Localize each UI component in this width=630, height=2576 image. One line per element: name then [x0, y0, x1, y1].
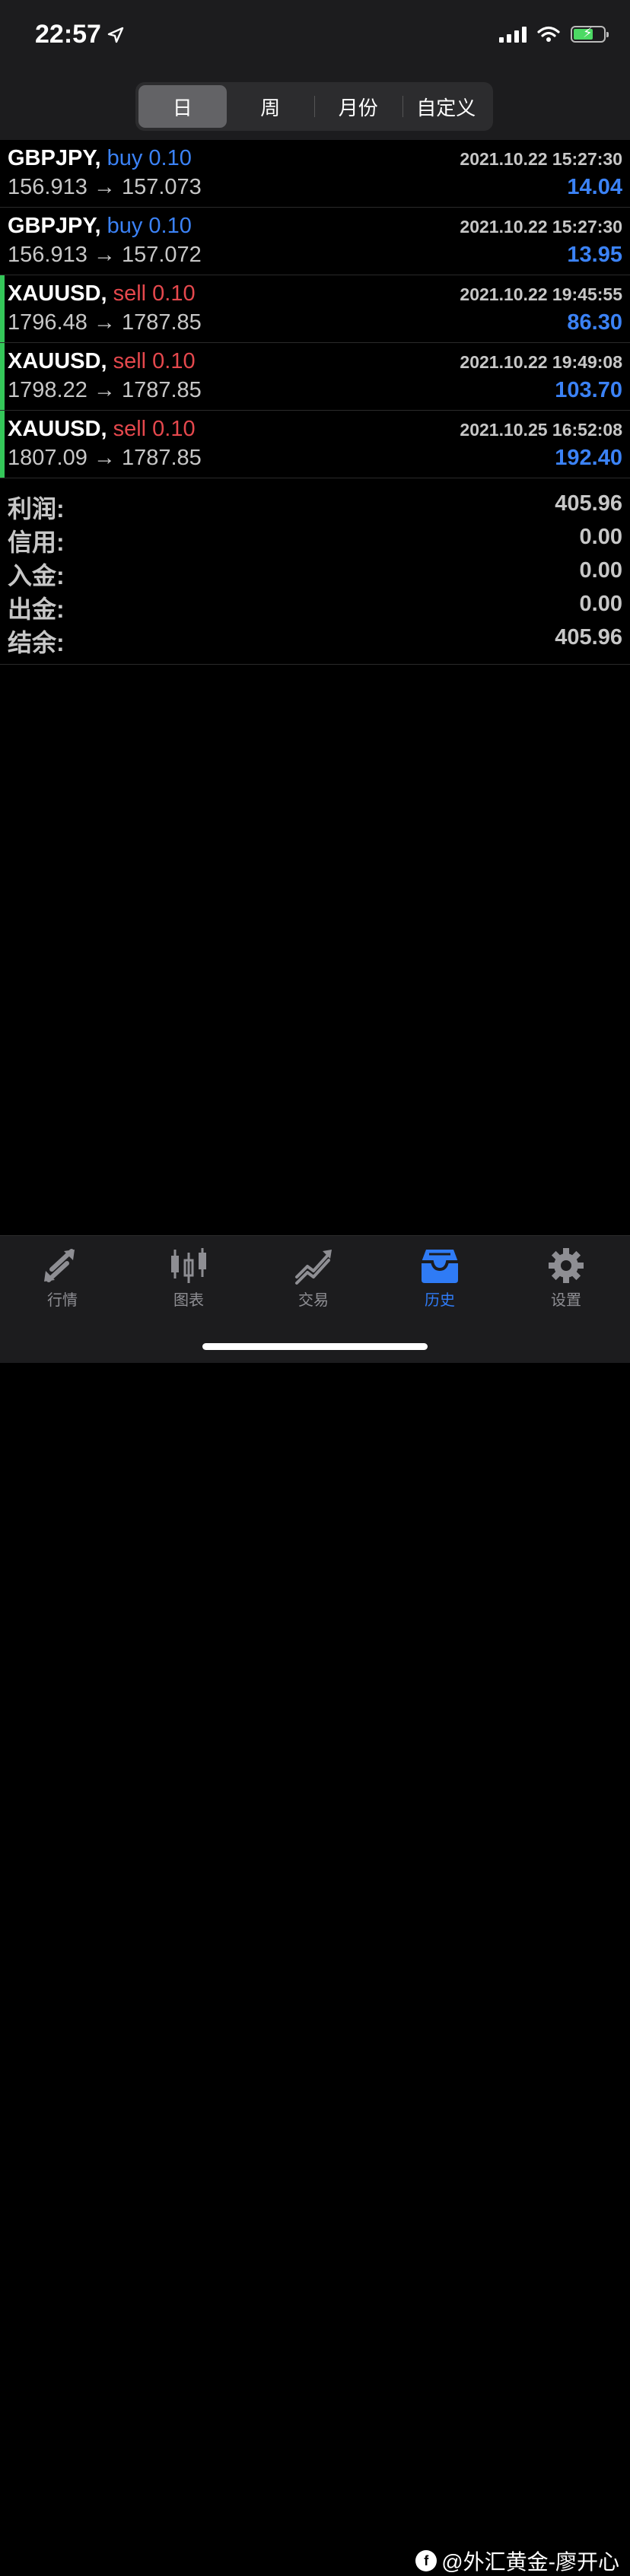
tab-label: 交易: [298, 1292, 329, 1309]
summary-value: 405.96: [555, 625, 622, 650]
summary-label: 出金:: [8, 596, 65, 623]
trade-datetime: 2021.10.22 19:49:08: [460, 352, 622, 372]
trade-symbol: XAUUSD, sell 0.10: [8, 417, 196, 441]
trade-datetime: 2021.10.22 15:27:30: [460, 217, 622, 237]
trade-side: sell 0.10: [113, 281, 196, 306]
candlestick-chart-icon: [171, 1248, 206, 1283]
trade-row[interactable]: GBPJPY, buy 0.10 156.913 → 157.072 2021.…: [0, 208, 630, 275]
location-arrow-icon: [107, 27, 124, 43]
period-segmented-control: 日 周 月份 自定义: [135, 82, 493, 131]
tab-label: 行情: [47, 1292, 78, 1309]
trade-datetime: 2021.10.22 19:45:55: [460, 284, 622, 304]
trade-prices: 1796.48 → 1787.85: [8, 310, 202, 335]
trade-side: buy 0.10: [107, 214, 192, 238]
summary-label: 利润:: [8, 495, 65, 523]
trade-history-list: GBPJPY, buy 0.10 156.913 → 157.073 2021.…: [0, 140, 630, 478]
header: 22:57 ⚡ 日 周 月份 自定义: [0, 0, 630, 140]
summary-value: 0.00: [579, 592, 622, 616]
trade-row[interactable]: GBPJPY, buy 0.10 156.913 → 157.073 2021.…: [0, 140, 630, 208]
trade-symbol: XAUUSD, sell 0.10: [8, 349, 196, 373]
trade-symbol: GBPJPY, buy 0.10: [8, 146, 192, 170]
trade-datetime: 2021.10.22 15:27:30: [460, 149, 622, 169]
tab-trade[interactable]: 交易: [268, 1247, 359, 1310]
gear-icon: [549, 1248, 584, 1283]
trade-prices: 156.913 → 157.072: [8, 243, 202, 267]
tab-month[interactable]: 月份: [314, 85, 402, 128]
summary-credit: 信用: 0.00: [0, 523, 630, 557]
trade-profit: 13.95: [567, 243, 622, 267]
trade-profit: 192.40: [555, 446, 622, 470]
battery-icon: ⚡: [571, 25, 609, 43]
tab-chart[interactable]: 图表: [143, 1247, 234, 1310]
trade-row[interactable]: XAUUSD, sell 0.10 1798.22 → 1787.85 2021…: [0, 343, 630, 411]
summary-label: 入金:: [8, 562, 65, 589]
summary-profit: 利润: 405.96: [0, 490, 630, 523]
clock-text: 22:57: [35, 20, 101, 49]
trade-row[interactable]: XAUUSD, sell 0.10 1807.09 → 1787.85 2021…: [0, 411, 630, 478]
summary-withdrawal: 出金: 0.00: [0, 590, 630, 624]
tab-day[interactable]: 日: [138, 85, 227, 128]
summary-balance: 结余: 405.96: [0, 624, 630, 657]
trade-side: sell 0.10: [113, 349, 196, 373]
tab-custom[interactable]: 自定义: [402, 85, 491, 128]
trade-side: sell 0.10: [113, 417, 196, 441]
trade-row[interactable]: XAUUSD, sell 0.10 1796.48 → 1787.85 2021…: [0, 275, 630, 343]
trade-prices: 1798.22 → 1787.85: [8, 378, 202, 402]
watermark: f @外汇黄金-廖开心: [415, 2546, 619, 2576]
quotes-arrows-icon: [44, 1249, 75, 1282]
trade-prices: 1807.09 → 1787.85: [8, 446, 202, 470]
home-indicator[interactable]: [202, 1343, 428, 1350]
history-inbox-icon: [422, 1250, 458, 1283]
tab-settings[interactable]: 设置: [520, 1247, 612, 1310]
trade-profit: 86.30: [567, 310, 622, 335]
trade-symbol: GBPJPY, buy 0.10: [8, 214, 192, 238]
summary-value: 405.96: [555, 491, 622, 516]
trade-datetime: 2021.10.25 16:52:08: [460, 420, 622, 440]
trade-profit: 103.70: [555, 378, 622, 402]
cellular-signal-icon: [499, 26, 527, 43]
summary-deposit: 入金: 0.00: [0, 557, 630, 590]
watermark-text: @外汇黄金-廖开心: [441, 2550, 619, 2574]
trade-prices: 156.913 → 157.073: [8, 175, 202, 199]
summary-value: 0.00: [579, 558, 622, 583]
summary-value: 0.00: [579, 525, 622, 549]
trade-profit: 14.04: [567, 175, 622, 199]
trade-trend-icon: [295, 1250, 332, 1285]
account-summary: 利润: 405.96 信用: 0.00 入金: 0.00 出金: 0.00 结余…: [0, 482, 630, 665]
summary-label: 结余:: [8, 629, 65, 656]
status-icons: ⚡: [499, 25, 609, 43]
tab-label: 设置: [551, 1292, 581, 1309]
trade-side: buy 0.10: [107, 146, 192, 170]
weibo-logo-icon: f: [415, 2550, 438, 2571]
summary-label: 信用:: [8, 529, 65, 556]
tab-label: 历史: [425, 1292, 455, 1309]
trade-symbol: XAUUSD, sell 0.10: [8, 281, 196, 306]
wifi-icon: [537, 26, 560, 42]
tab-quotes[interactable]: 行情: [17, 1247, 108, 1310]
status-time: 22:57: [35, 20, 124, 49]
tab-week[interactable]: 周: [227, 85, 315, 128]
tab-history[interactable]: 历史: [394, 1247, 485, 1310]
tab-label: 图表: [173, 1292, 204, 1309]
